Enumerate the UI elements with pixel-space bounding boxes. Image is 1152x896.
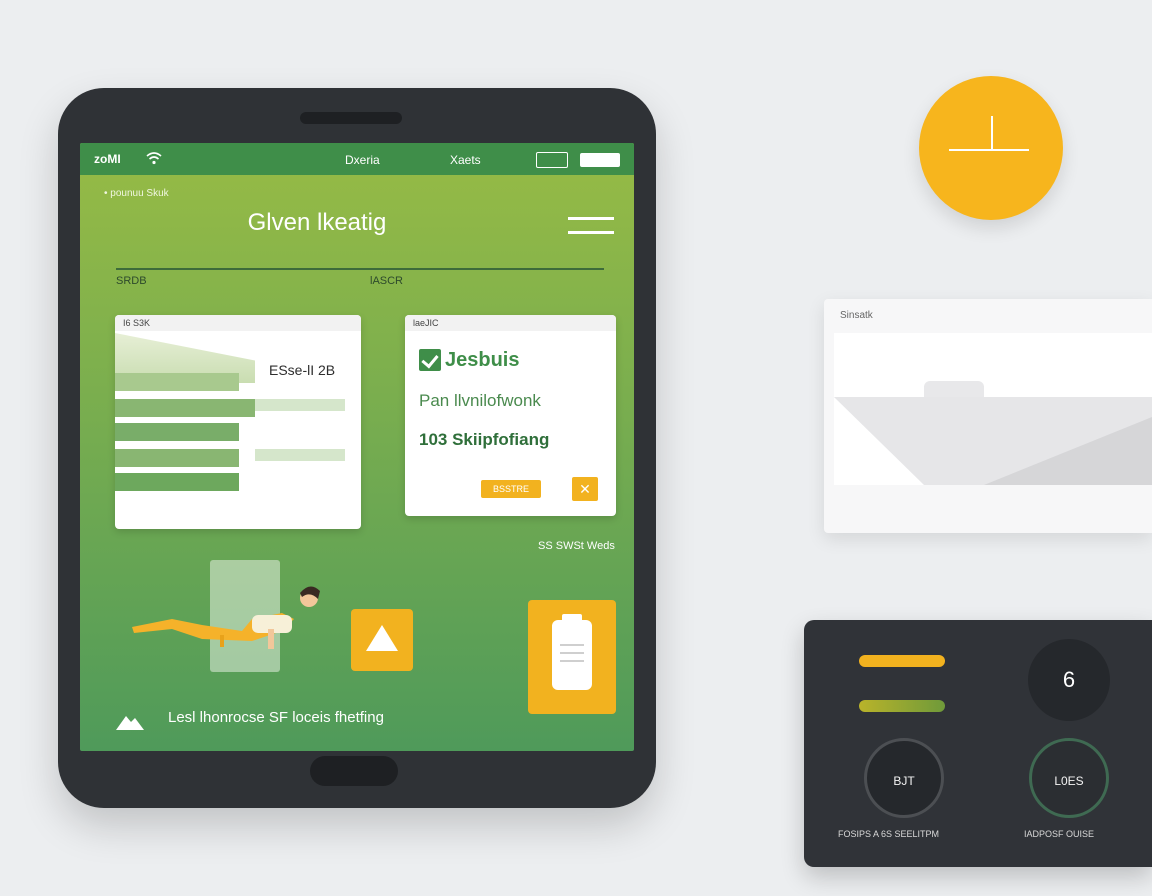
progress-bar-yellow bbox=[859, 655, 945, 667]
count-badge[interactable]: 6 bbox=[1028, 639, 1110, 721]
chart-bar bbox=[115, 373, 239, 391]
jar-tile[interactable] bbox=[528, 600, 616, 714]
stats-panel: 6 BJT L0ES FOSIPS A 6S SEELITPM IADPOSF … bbox=[804, 620, 1152, 867]
preview-card-graphic bbox=[834, 397, 1152, 485]
status-card-subtitle: Pan llvnilofwonk bbox=[419, 391, 541, 410]
bars-card[interactable]: I6 S3K ESse-lI 2B bbox=[115, 315, 361, 529]
tablet-screen: zoMI Dxeria Xaets • pounuu Skuk Glven lk… bbox=[80, 143, 634, 751]
ring-gauge-right[interactable]: L0ES bbox=[1029, 738, 1109, 818]
status-time: Xaets bbox=[450, 153, 481, 167]
bars-card-header: I6 S3K bbox=[115, 315, 361, 331]
section-caption: SS SWSt Weds bbox=[538, 540, 615, 552]
network-label: Dxeria bbox=[345, 153, 380, 167]
breadcrumb[interactable]: • pounuu Skuk bbox=[104, 188, 169, 199]
battery-icon bbox=[580, 153, 620, 167]
column-label-middle: lASCR bbox=[370, 275, 404, 287]
gauge-label-right: IADPOSF OUISE bbox=[1024, 829, 1095, 839]
preview-card-label: Sinsatk bbox=[840, 310, 873, 321]
chart-bar-extension bbox=[255, 399, 345, 411]
close-icon[interactable]: ✕ bbox=[572, 477, 598, 501]
progress-bar-green bbox=[859, 700, 945, 712]
header-divider bbox=[116, 268, 604, 270]
signal-icon: zoMI bbox=[94, 152, 121, 166]
tablet-device: zoMI Dxeria Xaets • pounuu Skuk Glven lk… bbox=[58, 88, 656, 808]
checkbox-icon[interactable] bbox=[419, 349, 441, 371]
status-card-button[interactable]: BSSTRE bbox=[481, 480, 541, 498]
wifi-icon bbox=[146, 152, 162, 165]
status-card-stat: 103 Skiipfofiang bbox=[419, 430, 550, 449]
chart-bar bbox=[115, 399, 255, 417]
column-label-left: SRDB bbox=[116, 275, 147, 287]
play-triangle-icon[interactable] bbox=[351, 609, 413, 671]
mountain-icon bbox=[116, 716, 144, 730]
status-card[interactable]: laeJIC Jesbuis Pan llvnilofwonk 103 Skii… bbox=[405, 315, 616, 516]
status-card-header: laeJIC bbox=[405, 315, 616, 331]
preview-card[interactable]: Sinsatk bbox=[824, 299, 1152, 533]
home-button[interactable] bbox=[310, 756, 398, 786]
chart-bar bbox=[115, 423, 239, 441]
hamburger-menu-icon[interactable] bbox=[568, 217, 616, 237]
chart-bar-extension bbox=[255, 449, 345, 461]
clock-icon[interactable] bbox=[919, 76, 1063, 220]
status-bar: zoMI Dxeria Xaets bbox=[80, 143, 634, 175]
ring-gauge-left[interactable]: BJT bbox=[864, 738, 944, 818]
chart-bar bbox=[115, 449, 239, 467]
chart-bar bbox=[115, 473, 239, 491]
battery-outline-icon bbox=[536, 152, 568, 168]
status-card-title: Jesbuis bbox=[445, 349, 520, 371]
footer-caption: Lesl lhonrocse SF loceis fhetfing bbox=[168, 709, 384, 726]
jar-icon bbox=[552, 614, 592, 690]
gauge-label-left: FOSIPS A 6S SEELITPM bbox=[838, 829, 940, 839]
page-title: Glven lkeatig bbox=[247, 209, 387, 236]
tablet-speaker bbox=[300, 112, 402, 124]
exercise-figure-illustration bbox=[132, 586, 320, 649]
bars-card-value: ESse-lI 2B bbox=[269, 362, 336, 378]
